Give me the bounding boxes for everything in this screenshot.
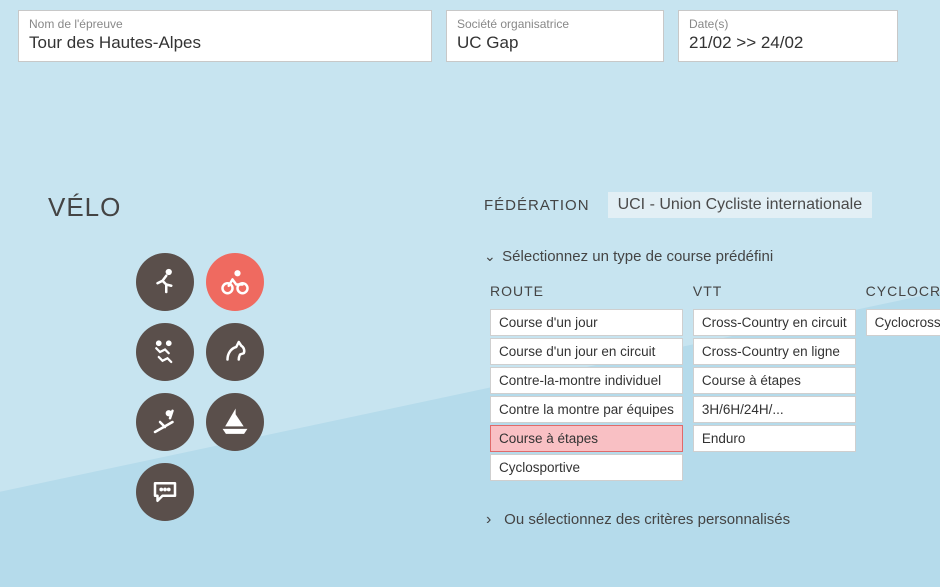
predefined-type-toggle[interactable]: ⌄ Sélectionnez un type de course prédéfi… (484, 248, 940, 265)
sport-skiing[interactable] (136, 393, 194, 451)
skiing-icon (150, 407, 180, 437)
field-dates-value: 21/02 >> 24/02 (689, 33, 803, 52)
triathlon-icon (150, 337, 180, 367)
federation-select[interactable]: UCI - Union Cycliste internationale (608, 192, 873, 218)
race-type-item[interactable]: Cross-Country en ligne (693, 338, 856, 365)
custom-criteria-toggle[interactable]: › Ou sélectionnez des critères personnal… (486, 511, 940, 529)
chevron-down-icon: ⌄ (484, 248, 498, 265)
field-event-name-label: Nom de l'épreuve (29, 17, 421, 31)
field-organizer-value: UC Gap (457, 33, 518, 52)
race-type-item[interactable]: Contre la montre par équipes (490, 396, 683, 423)
cyclocross-list: Cyclocross (866, 309, 940, 336)
chat-icon (150, 477, 180, 507)
cycling-icon (220, 267, 250, 297)
vtt-list: Cross-Country en circuitCross-Country en… (693, 309, 856, 452)
race-type-item[interactable]: Course à étapes (490, 425, 683, 452)
sport-other[interactable] (136, 463, 194, 521)
sport-triathlon[interactable] (136, 323, 194, 381)
field-organizer[interactable]: Société organisatrice UC Gap (446, 10, 664, 62)
type-columns: ROUTE Course d'un jourCourse d'un jour e… (490, 283, 940, 483)
race-type-item[interactable]: Cyclocross (866, 309, 940, 336)
horse-icon (220, 337, 250, 367)
custom-criteria-toggle-label: Ou sélectionnez des critères personnalis… (504, 511, 790, 528)
predefined-type-toggle-label: Sélectionnez un type de course prédéfini (502, 248, 773, 265)
running-icon (150, 267, 180, 297)
sport-running[interactable] (136, 253, 194, 311)
field-event-name-value: Tour des Hautes-Alpes (29, 33, 201, 52)
chevron-right-icon: › (486, 511, 500, 529)
column-heading-vtt: VTT (693, 283, 856, 299)
field-dates-label: Date(s) (689, 17, 887, 31)
column-heading-route: ROUTE (490, 283, 683, 299)
race-type-item[interactable]: 3H/6H/24H/... (693, 396, 856, 423)
race-type-item[interactable]: Cross-Country en circuit (693, 309, 856, 336)
race-type-item[interactable]: Cyclosportive (490, 454, 683, 481)
field-event-name[interactable]: Nom de l'épreuve Tour des Hautes-Alpes (18, 10, 432, 62)
field-organizer-label: Société organisatrice (457, 17, 653, 31)
federation-label: FÉDÉRATION (484, 197, 590, 214)
race-type-item[interactable]: Course d'un jour en circuit (490, 338, 683, 365)
route-list: Course d'un jourCourse d'un jour en circ… (490, 309, 683, 481)
race-type-item[interactable]: Course à étapes (693, 367, 856, 394)
race-type-item[interactable]: Contre-la-montre individuel (490, 367, 683, 394)
column-heading-cyclocross: CYCLOCROSS (866, 283, 940, 299)
sport-grid (136, 253, 300, 521)
race-type-item[interactable]: Enduro (693, 425, 856, 452)
sport-sailing[interactable] (206, 393, 264, 451)
sport-cycling[interactable] (206, 253, 264, 311)
sport-heading: VÉLO (48, 192, 300, 223)
race-type-item[interactable]: Course d'un jour (490, 309, 683, 336)
field-dates[interactable]: Date(s) 21/02 >> 24/02 (678, 10, 898, 62)
sport-equestrian[interactable] (206, 323, 264, 381)
sailing-icon (220, 407, 250, 437)
